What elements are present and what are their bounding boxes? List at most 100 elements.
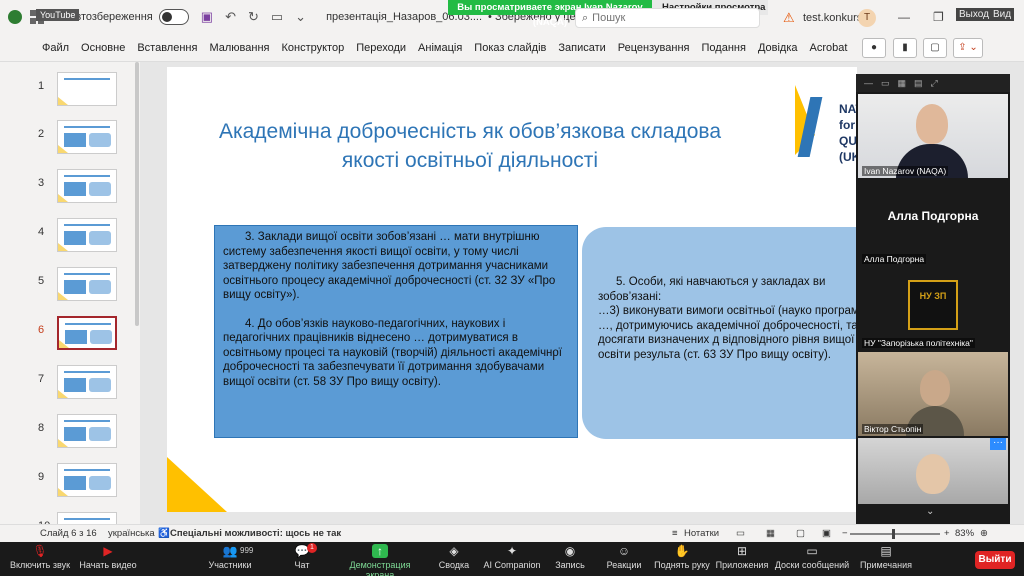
slideshow-icon[interactable]: ▣ [822, 528, 831, 539]
share-screen-icon: ↑ [372, 544, 388, 558]
view-label[interactable]: Вид [990, 8, 1015, 21]
restore-icon[interactable]: ❐ [933, 10, 944, 24]
customize-toolbar-icon[interactable]: ⌄ [295, 9, 306, 25]
tab-home[interactable]: Основне [81, 42, 125, 54]
proofing-language[interactable]: українська [108, 528, 155, 539]
logo-text-line-1: NAT [839, 102, 857, 116]
search-box[interactable]: ⌕ [575, 8, 760, 28]
undo-icon[interactable]: ↶ [225, 9, 236, 25]
share-screen-button[interactable]: ↑ Демонстрация экрана [340, 544, 420, 576]
participants-button[interactable]: 👥 Участники [190, 544, 270, 570]
collapse-chevron-icon[interactable]: ⌄ [926, 506, 934, 517]
thumbnail-scrollbar[interactable] [135, 62, 139, 326]
search-icon: ⌕ [582, 11, 589, 24]
thumbnail-5[interactable]: 5 [0, 267, 140, 307]
leave-meeting-button[interactable]: Выйти [975, 551, 1015, 569]
tab-file[interactable]: Файл [42, 42, 69, 54]
autosave-toggle[interactable] [158, 9, 189, 25]
save-icon[interactable]: ▣ [201, 9, 213, 25]
thumbnail-image [57, 414, 117, 448]
video-off-icon: ▶ [103, 544, 113, 558]
whiteboards-button[interactable]: ▭ Доски сообщений [772, 544, 852, 570]
accessibility-icon[interactable]: ♿ [158, 528, 170, 539]
tab-record[interactable]: Записати [558, 42, 605, 54]
tab-insert[interactable]: Вставлення [137, 42, 197, 54]
user-email[interactable]: test.konkurs [803, 12, 862, 24]
search-input[interactable] [592, 12, 743, 24]
thumbnail-9[interactable]: 9 [0, 463, 140, 503]
tab-transitions[interactable]: Переходи [356, 42, 406, 54]
zoom-out-icon[interactable]: − [842, 528, 848, 539]
thumbnail-6[interactable]: 6 [0, 316, 140, 356]
tab-acrobat[interactable]: Acrobat [810, 42, 848, 54]
tab-animations[interactable]: Анімація [418, 42, 462, 54]
more-options-button[interactable]: ··· [990, 438, 1006, 450]
zoom-slider-thumb[interactable] [892, 529, 895, 539]
start-video-button[interactable]: ▶ Начать видео [68, 544, 148, 570]
minimize-icon[interactable]: — [898, 10, 910, 24]
notes-button[interactable]: Нотатки [684, 528, 719, 539]
participant-face [916, 454, 950, 494]
notes-button-zoom[interactable]: ▤ Примечания [846, 544, 926, 570]
chat-button[interactable]: 💬 Чат [262, 544, 342, 570]
zoom-slider[interactable] [850, 533, 940, 535]
minimize-panel-icon[interactable]: — [864, 78, 873, 88]
exit-view-label[interactable]: Выход [956, 8, 992, 21]
video-tile-viktor[interactable]: Віктор Стьопін [858, 352, 1008, 436]
slide-canvas[interactable]: Академічна доброчесність як обов’язкова … [167, 67, 857, 512]
tab-design[interactable]: Конструктор [281, 42, 344, 54]
video-tile-zp[interactable]: НУ ЗП НУ "Запорізька політехніка" [858, 280, 1008, 350]
thumbnail-8[interactable]: 8 [0, 414, 140, 454]
video-panel-toolbar: — ▭ ▦ ▤ ⤢ [856, 74, 1010, 92]
left-paragraph-2: 4. До обов’язків науково-педагогічних, н… [223, 317, 562, 388]
tab-help[interactable]: Довідка [758, 42, 798, 54]
gallery-icon[interactable]: ▦ [898, 78, 907, 89]
start-video-label: Начать видео [79, 560, 137, 570]
tab-draw[interactable]: Малювання [209, 42, 269, 54]
video-tile-unknown[interactable] [858, 438, 1008, 504]
apps-button[interactable]: ⊞ Приложения [702, 544, 782, 570]
reading-view-icon[interactable]: ▢ [796, 528, 805, 539]
warning-icon[interactable]: ⚠ [783, 10, 795, 26]
share-icon[interactable]: ⇪ ⌄ [953, 38, 983, 58]
layout-icon[interactable]: ▭ [881, 78, 890, 89]
video-tile-ivan[interactable]: Ivan Nazarov (NAQA) [858, 94, 1008, 178]
fit-slide-icon[interactable]: ⊕ [980, 528, 988, 539]
participant-name: Ivan Nazarov (NAQA) [862, 166, 949, 176]
record-icon[interactable]: ● [862, 38, 886, 58]
zoom-level[interactable]: 83% [955, 528, 974, 539]
zoom-in-icon[interactable]: + [944, 528, 950, 539]
avatar[interactable]: T [858, 9, 876, 27]
thumbnail-2[interactable]: 2 [0, 120, 140, 160]
present-teams-icon[interactable]: ▮ [893, 38, 917, 58]
participant-name: НУ "Запорізька політехніка" [862, 338, 975, 348]
slide-title[interactable]: Академічна доброчесність як обов’язкова … [167, 117, 773, 175]
grid-view-icon[interactable]: ▤ [914, 78, 923, 89]
accessibility-status[interactable]: Спеціальні можливості: щось не так [170, 528, 341, 539]
thumbnail-number: 7 [38, 373, 45, 385]
right-text-box[interactable]: 5. Особи, які навчаються у закладах ви з… [582, 227, 857, 439]
slide-sorter-icon[interactable]: ▦ [766, 528, 775, 539]
video-tile-alla[interactable]: Алла Подгорна [858, 246, 1008, 266]
record-icon: ◉ [564, 544, 576, 558]
left-text-box[interactable]: 3. Заклади вищої освіти зобов’язані … ма… [214, 225, 578, 438]
video-panel: — ▭ ▦ ▤ ⤢ Ivan Nazarov (NAQA) Алла Подго… [856, 74, 1010, 524]
thumbnail-4[interactable]: 4 [0, 218, 140, 258]
comments-icon[interactable]: ▢ [923, 38, 947, 58]
thumbnail-number: 5 [38, 275, 45, 287]
notes-icon[interactable]: ≡ [672, 528, 678, 539]
normal-view-icon[interactable]: ▭ [736, 528, 745, 539]
redo-icon[interactable]: ↻ [248, 9, 259, 25]
tab-review[interactable]: Рецензування [618, 42, 690, 54]
thumbnail-1[interactable]: 1 [0, 72, 140, 112]
thumbnail-3[interactable]: 3 [0, 169, 140, 209]
thumbnail-number: 6 [38, 324, 45, 336]
thumbnail-10[interactable]: 10 [0, 512, 140, 524]
thumbnail-7[interactable]: 7 [0, 365, 140, 405]
participant-name: Віктор Стьопін [862, 424, 924, 434]
tab-view[interactable]: Подання [702, 42, 746, 54]
present-icon[interactable]: ▭ [271, 9, 283, 25]
tab-slideshow[interactable]: Показ слайдів [474, 42, 546, 54]
fullscreen-icon[interactable]: ⤢ [931, 78, 938, 89]
thumbnail-number: 2 [38, 128, 45, 140]
